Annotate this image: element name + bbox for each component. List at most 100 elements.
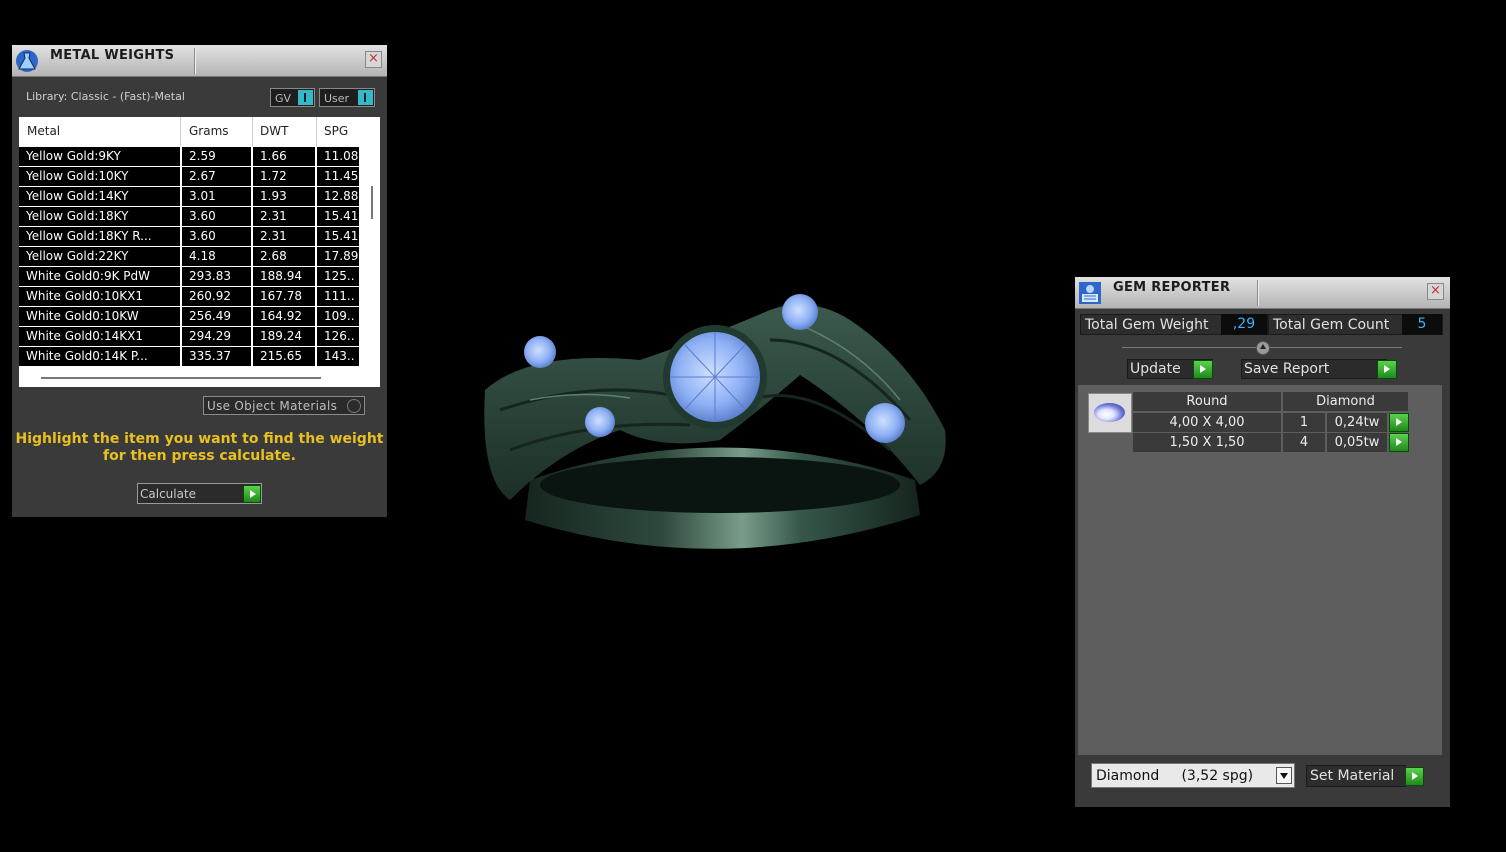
select-gems-button[interactable] [1389, 413, 1409, 432]
cell-grams: 4.18 [182, 247, 251, 266]
material-select-value: Diamond (3,52 spg) [1096, 768, 1254, 784]
total-gem-weight-label: Total Gem Weight [1085, 317, 1209, 333]
use-object-materials-label: Use Object Materials [207, 399, 338, 413]
material-header: Diamond [1283, 392, 1408, 411]
calculate-label: Calculate [140, 487, 197, 501]
cell-metal: Yellow Gold:14KY [19, 187, 180, 206]
set-material-button[interactable]: Set Material [1306, 765, 1424, 787]
flask-icon [16, 50, 38, 72]
cell-metal: Yellow Gold:22KY [19, 247, 180, 266]
table-row[interactable]: White Gold0:14K P... 335.37 215.65 143.. [19, 347, 359, 366]
play-icon[interactable] [1377, 360, 1397, 379]
cell-spg: 17.89 [317, 247, 359, 266]
cell-spg: 125.. [317, 267, 359, 286]
gv-toggle-label: GV [275, 92, 292, 105]
cell-dwt: 164.92 [253, 307, 315, 326]
gv-toggle[interactable]: GV [270, 88, 315, 107]
gem-reporter-titlebar[interactable]: GEM REPORTER × [1075, 277, 1450, 309]
round-gem-icon[interactable] [1088, 393, 1132, 433]
cell-metal: White Gold0:10KX1 [19, 287, 180, 306]
library-label: Library: Classic - (Fast)-Metal [26, 90, 185, 103]
cell-spg: 109.. [317, 307, 359, 326]
table-row[interactable]: Yellow Gold:9KY 2.59 1.66 11.08 [19, 147, 359, 166]
set-material-label: Set Material [1310, 768, 1395, 784]
table-row[interactable]: White Gold0:9K PdW 293.83 188.94 125.. [19, 267, 359, 286]
metal-table[interactable]: Metal Grams DWT SPG Yellow Gold:9KY 2.59 1… [19, 117, 380, 387]
save-report-label: Save Report [1244, 361, 1330, 377]
cell-spg: 143.. [317, 347, 359, 366]
close-icon[interactable]: × [365, 51, 382, 68]
column-header-spg[interactable]: SPG [324, 124, 348, 138]
cell-grams: 2.59 [182, 147, 251, 166]
cut-header: Round [1133, 392, 1281, 411]
cell-dwt: 167.78 [253, 287, 315, 306]
vertical-scrollbar[interactable] [371, 186, 373, 219]
column-header-dwt[interactable]: DWT [260, 124, 288, 138]
gem-count: 4 [1283, 433, 1325, 452]
cell-dwt: 188.94 [253, 267, 315, 286]
use-object-materials-checkbox[interactable]: Use Object Materials [203, 396, 365, 415]
user-toggle[interactable]: User [319, 88, 375, 107]
table-row[interactable]: White Gold0:10KW 256.49 164.92 109.. [19, 307, 359, 326]
update-button[interactable]: Update [1127, 359, 1213, 379]
play-icon[interactable] [1405, 767, 1424, 786]
cell-spg: 15.41 [317, 207, 359, 226]
cell-grams: 2.67 [182, 167, 251, 186]
cell-grams: 3.60 [182, 227, 251, 246]
total-gem-weight-value: ,29 [1221, 314, 1267, 335]
collapse-toggle-icon[interactable] [1256, 341, 1270, 355]
gem-count: 1 [1283, 413, 1325, 432]
close-icon[interactable]: × [1427, 283, 1444, 300]
gem-list: Round Diamond 4,00 X 4,00 1 0,24tw 1,50 … [1078, 385, 1442, 755]
cell-spg: 15.41 [317, 227, 359, 246]
table-row[interactable]: Yellow Gold:22KY 4.18 2.68 17.89 [19, 247, 359, 266]
cell-metal: White Gold0:9K PdW [19, 267, 180, 286]
cell-grams: 335.37 [182, 347, 251, 366]
column-header-metal[interactable]: Metal [27, 124, 60, 138]
chevron-down-icon[interactable] [1276, 767, 1292, 784]
cell-metal: White Gold0:14KX1 [19, 327, 180, 346]
cell-spg: 126.. [317, 327, 359, 346]
cell-grams: 260.92 [182, 287, 251, 306]
cell-metal: Yellow Gold:9KY [19, 147, 180, 166]
horizontal-scrollbar[interactable] [41, 377, 321, 379]
cell-spg: 11.08 [317, 147, 359, 166]
play-icon[interactable] [1193, 360, 1213, 379]
cell-metal: Yellow Gold:10KY [19, 167, 180, 186]
calculate-button[interactable]: Calculate [137, 483, 262, 504]
table-row[interactable]: White Gold0:10KX1 260.92 167.78 111.. [19, 287, 359, 306]
title-divider [1257, 280, 1259, 306]
cell-metal: White Gold0:10KW [19, 307, 180, 326]
title-divider [194, 48, 196, 74]
update-label: Update [1130, 361, 1181, 377]
table-row[interactable]: Yellow Gold:10KY 2.67 1.72 11.45 [19, 167, 359, 186]
cell-dwt: 1.66 [253, 147, 315, 166]
gem-weight: 0,05tw [1327, 433, 1387, 452]
hint-line-1: Highlight the item you want to find the … [15, 431, 384, 447]
toggle-icon [358, 90, 373, 105]
table-row[interactable]: Yellow Gold:18KY R... 3.60 2.31 15.41 [19, 227, 359, 246]
metal-weights-titlebar[interactable]: METAL WEIGHTS × [12, 45, 387, 77]
total-gem-count-value: 5 [1402, 314, 1442, 335]
column-header-grams[interactable]: Grams [189, 124, 229, 138]
table-header: Metal Grams DWT SPG [19, 117, 359, 146]
play-icon[interactable] [243, 485, 261, 503]
checkbox-icon[interactable] [347, 399, 361, 413]
table-row[interactable]: Yellow Gold:18KY 3.60 2.31 15.41 [19, 207, 359, 226]
cell-metal: Yellow Gold:18KY R... [19, 227, 180, 246]
panel-title: GEM REPORTER [1113, 280, 1231, 295]
select-gems-button[interactable] [1389, 433, 1409, 452]
save-report-button[interactable]: Save Report [1241, 359, 1397, 379]
table-row[interactable]: Yellow Gold:14KY 3.01 1.93 12.88 [19, 187, 359, 206]
hint-line-2: for then press calculate. [102, 448, 296, 464]
material-select[interactable]: Diamond (3,52 spg) [1091, 763, 1295, 788]
cell-dwt: 2.31 [253, 207, 315, 226]
cell-grams: 294.29 [182, 327, 251, 346]
cell-dwt: 1.72 [253, 167, 315, 186]
table-row[interactable]: White Gold0:14KX1 294.29 189.24 126.. [19, 327, 359, 346]
cell-spg: 111.. [317, 287, 359, 306]
cell-grams: 256.49 [182, 307, 251, 326]
ring-render[interactable] [470, 280, 970, 580]
total-gem-count-label: Total Gem Count [1273, 317, 1390, 333]
toggle-icon [298, 90, 313, 105]
